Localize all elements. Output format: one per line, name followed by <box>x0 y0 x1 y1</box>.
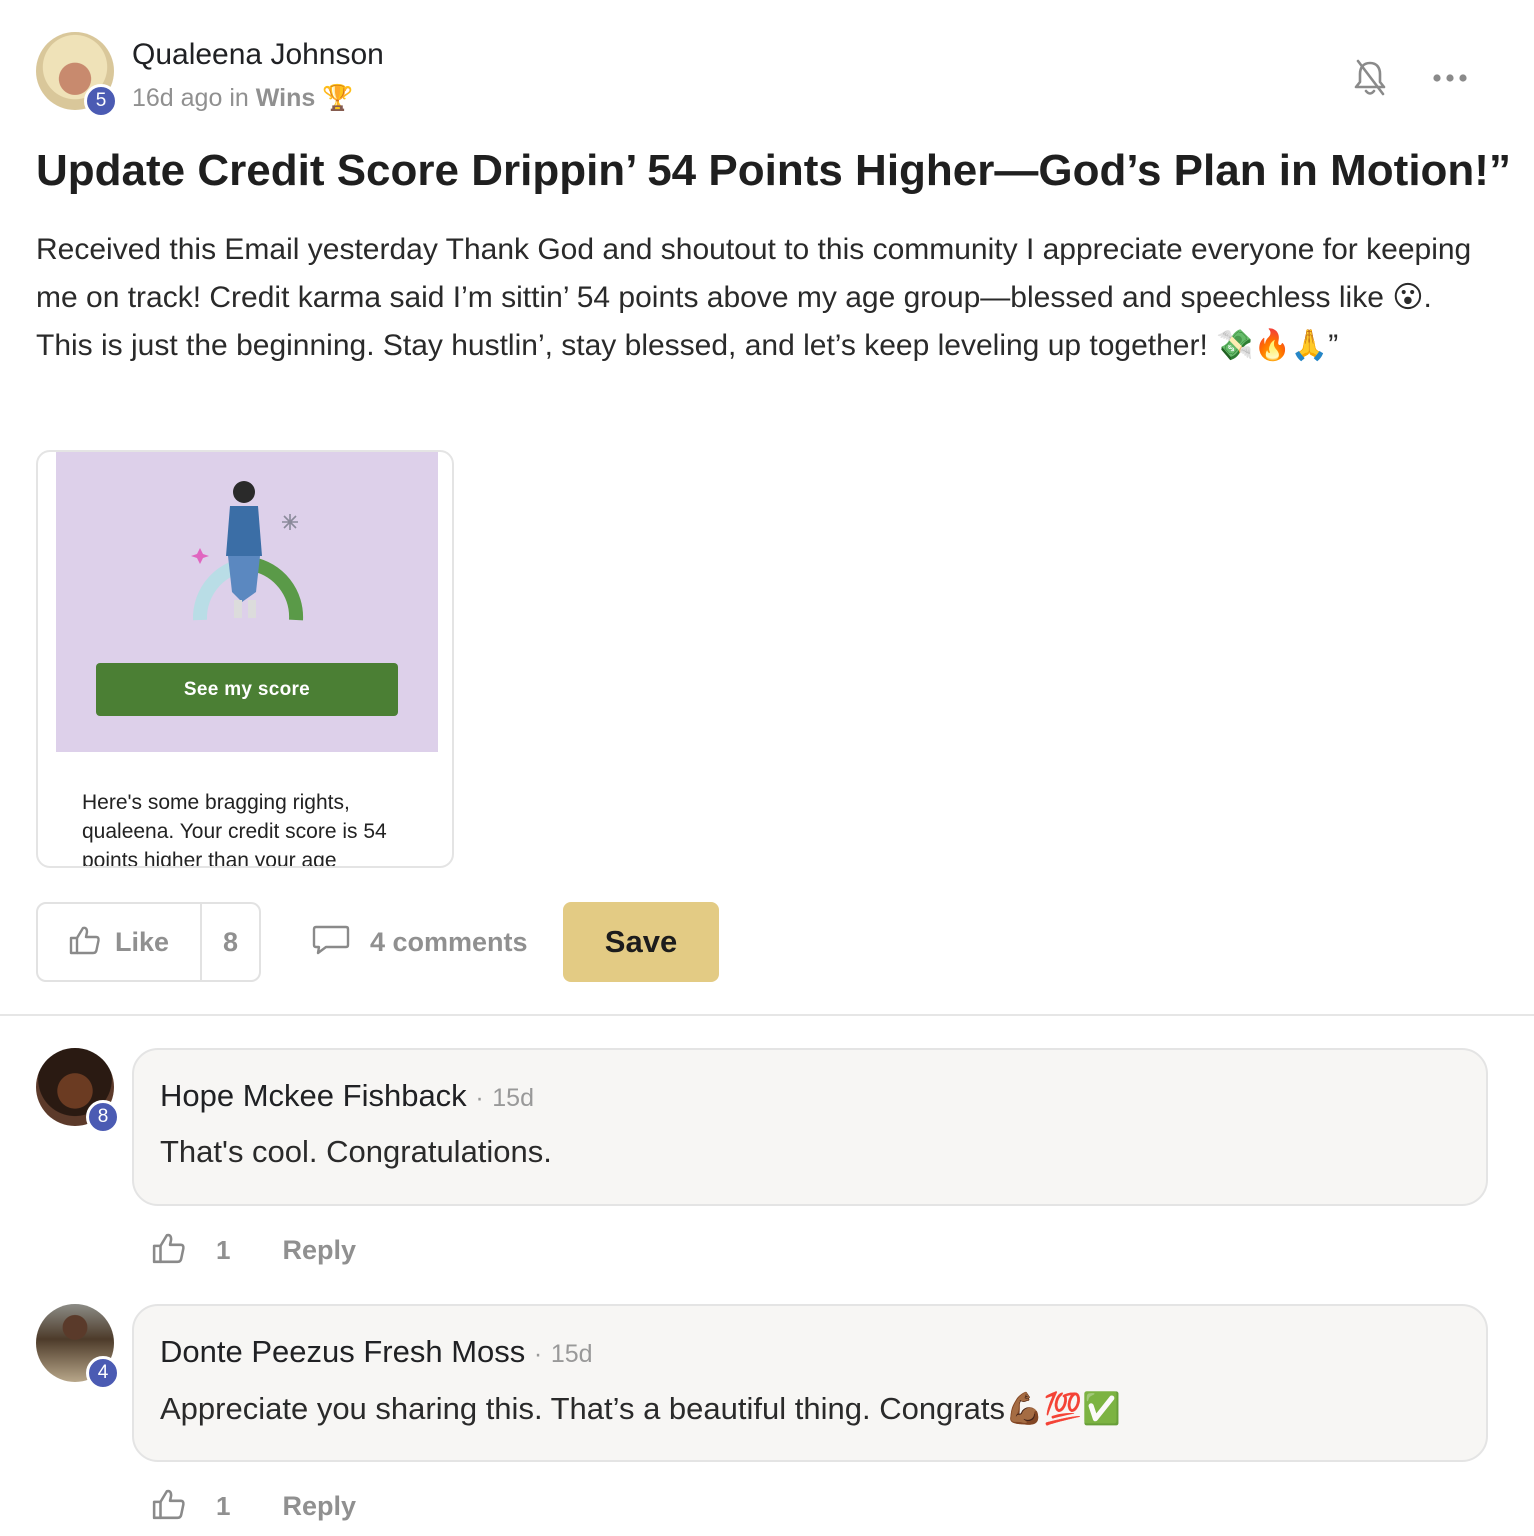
like-label: Like <box>114 926 170 957</box>
attachment-preview[interactable]: See my score Here's some bragging rights… <box>36 450 454 868</box>
post-in-word: in <box>229 84 249 112</box>
post-actions: Like 8 4 comments Save <box>36 902 736 982</box>
author-name[interactable]: Qualeena Johnson <box>132 38 384 72</box>
more-horizontal-icon[interactable] <box>1430 58 1470 98</box>
thumbs-up-icon[interactable] <box>152 1232 186 1269</box>
like-count[interactable]: 8 <box>202 904 259 980</box>
divider <box>0 1014 1534 1016</box>
comment-avatar-wrap[interactable]: 4 <box>36 1304 120 1390</box>
trophy-icon: 🏆 <box>322 84 354 112</box>
comment-author[interactable]: Hope Mckee Fishback <box>160 1078 467 1113</box>
post-category[interactable]: Wins <box>256 84 316 112</box>
comment-author-line: Hope Mckee Fishback · 15d <box>160 1078 534 1114</box>
bell-off-icon[interactable] <box>1350 58 1390 98</box>
comment-separator: · <box>475 1084 484 1112</box>
person-on-gauge-illustration <box>191 481 304 621</box>
comment-author-line: Donte Peezus Fresh Moss · 15d <box>160 1334 593 1370</box>
thumbs-up-icon <box>69 925 101 960</box>
author-avatar-wrap[interactable]: 5 <box>36 32 120 118</box>
comment-separator: · <box>533 1340 543 1368</box>
thumbs-up-icon[interactable] <box>152 1488 186 1525</box>
reply-button[interactable]: Reply <box>282 1491 356 1522</box>
comment-author[interactable]: Donte Peezus Fresh Moss <box>160 1334 525 1369</box>
comment-bubble-icon <box>312 924 350 961</box>
comment-text: Appreciate you sharing this. That’s a be… <box>160 1391 1121 1426</box>
comment-bubble: Donte Peezus Fresh Moss · 15d Appreciate… <box>132 1304 1488 1462</box>
attachment-image: See my score <box>56 452 438 752</box>
comment-like-count: 1 <box>216 1234 231 1265</box>
see-my-score-button[interactable]: See my score <box>96 663 398 716</box>
post-time: 16d ago <box>132 84 223 112</box>
comment-time: 15d <box>550 1340 593 1368</box>
comment-time: 15d <box>492 1084 534 1112</box>
post-header: 5 Qualeena Johnson 16d ago in Wins 🏆 <box>36 32 1498 122</box>
save-button[interactable]: Save <box>563 902 719 982</box>
comment-bubble: Hope Mckee Fishback · 15d That's cool. C… <box>132 1048 1488 1206</box>
post-meta: 16d ago in Wins 🏆 <box>132 84 353 113</box>
comment-text: That's cool. Congratulations. <box>160 1134 552 1169</box>
level-badge: 5 <box>84 84 118 118</box>
level-badge: 8 <box>86 1100 120 1134</box>
like-button[interactable]: Like <box>38 904 202 980</box>
comment-actions: 1 Reply <box>152 1484 356 1528</box>
comments-label: 4 comments <box>370 926 528 957</box>
comment-actions: 1 Reply <box>152 1228 356 1272</box>
attachment-caption: Here's some bragging rights, qualeena. Y… <box>82 791 387 868</box>
post-title: Update Credit Score Drippin’ 54 Points H… <box>36 146 1511 195</box>
reply-button[interactable]: Reply <box>282 1235 356 1266</box>
like-group: Like 8 <box>36 902 261 982</box>
comment-avatar-wrap[interactable]: 8 <box>36 1048 120 1134</box>
comment-like-count: 1 <box>216 1490 231 1521</box>
comments-button[interactable]: 4 comments <box>312 902 528 982</box>
post-body: Received this Email yesterday Thank God … <box>36 233 1472 362</box>
level-badge: 4 <box>86 1356 120 1390</box>
